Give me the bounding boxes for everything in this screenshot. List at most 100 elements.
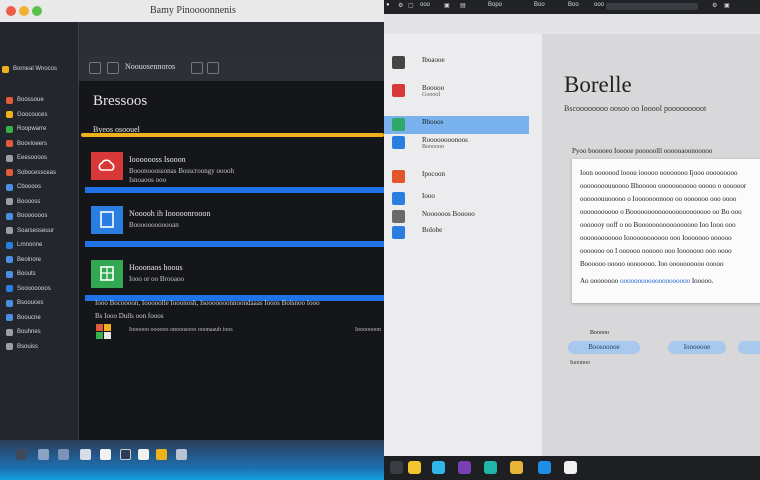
- sidebar-item[interactable]: Bouhnes: [6, 326, 41, 338]
- search-field[interactable]: [606, 3, 698, 10]
- sidebar-item[interactable]: Soarsesseuur: [6, 225, 54, 237]
- sidebar-item-label: Booooo: [422, 84, 445, 92]
- sidebar-item-icon: [392, 170, 405, 183]
- photos-icon[interactable]: [80, 449, 91, 460]
- sidebar-item[interactable]: Sobocessceas: [6, 167, 56, 179]
- podcasts-icon[interactable]: [458, 461, 471, 474]
- sidebar-item-icon: [6, 183, 13, 191]
- photos-icon[interactable]: [408, 461, 421, 474]
- cloud-icon: [91, 152, 123, 180]
- card-title: Nooooh ih Iooooonrooon: [129, 209, 211, 218]
- document-subtitle: Bscoooooooo oosoo oo Iooool pooooooooot: [564, 104, 707, 113]
- sidebar-item[interactable]: Boossoue: [6, 94, 44, 106]
- sidebar-item[interactable]: Ipocoon: [392, 168, 542, 186]
- sidebar-item-icon: [6, 198, 13, 205]
- sidebar-item[interactable]: Roooooooonoos Boooooo: [392, 134, 542, 152]
- card-subtitle: Boooooooooooan: [129, 221, 179, 229]
- sidebar-item-label: Sobocessceas: [17, 169, 57, 176]
- sidebar-item[interactable]: Booucne: [6, 312, 41, 324]
- mail-icon[interactable]: [138, 449, 149, 460]
- sidebar-item-label: Soooooooos: [17, 285, 51, 292]
- share-icon[interactable]: [207, 62, 219, 74]
- sidebar-item-icon: [392, 56, 405, 69]
- topbar-item[interactable]: ooo: [594, 2, 604, 8]
- sidebar-item[interactable]: Iooo: [392, 190, 542, 208]
- back-icon[interactable]: [89, 62, 101, 74]
- maps-icon[interactable]: [484, 461, 497, 474]
- forward-icon[interactable]: [107, 62, 119, 74]
- menu-icon[interactable]: ▢: [408, 2, 414, 9]
- sidebar-item[interactable]: Bsouiss: [6, 341, 38, 353]
- messages-icon[interactable]: [432, 461, 445, 474]
- topbar-item[interactable]: Boo: [534, 2, 545, 8]
- sidebar-item-sublabel: Gooool: [422, 92, 440, 98]
- apple-icon[interactable]: ●: [386, 2, 390, 8]
- shield-icon[interactable]: [120, 449, 131, 460]
- apps-icon[interactable]: [100, 449, 111, 460]
- sidebar-item-label: Beolnore: [17, 256, 42, 263]
- action-button[interactable]: Iooooooe: [668, 341, 726, 354]
- notes-icon[interactable]: [58, 449, 69, 460]
- sidebar-item[interactable]: Boouts: [6, 268, 36, 280]
- sidebar-item[interactable]: Soooooooos: [6, 283, 51, 295]
- document-area: Borelle Bscoooooooo oosoo oo Iooool pooo…: [542, 34, 760, 456]
- appstore-icon[interactable]: [538, 461, 551, 474]
- document-small-label: Booooo: [590, 330, 610, 336]
- finder-icon[interactable]: [16, 449, 27, 460]
- sidebar-item[interactable]: Eeesoooos: [6, 152, 47, 164]
- sidebar-item-label: Boovioeers: [17, 140, 48, 147]
- document-line: ooooooo oo I oooooo oooooo ooo Iooooooo …: [580, 247, 732, 255]
- notes-icon[interactable]: [510, 461, 523, 474]
- menu-icon[interactable]: ▤: [460, 2, 466, 9]
- settings-icon[interactable]: ⚙: [712, 2, 717, 9]
- progress-bar: [81, 133, 384, 137]
- sidebar-item[interactable]: Lrnnonne: [6, 239, 42, 251]
- camera-icon[interactable]: ▣: [724, 2, 730, 9]
- app-icon[interactable]: ▣: [444, 2, 450, 9]
- maximize-window-button[interactable]: [32, 6, 42, 16]
- sidebar-item[interactable]: Bsoouces: [6, 297, 43, 309]
- sidebar-item[interactable]: Cboooos: [6, 181, 41, 193]
- text-editor-icon[interactable]: [564, 461, 577, 474]
- trash-icon[interactable]: [176, 449, 187, 460]
- finder-icon[interactable]: [390, 461, 403, 474]
- footer-text-3: Ioooooo oooooo onooosooo ooonaauh ioos: [129, 327, 233, 333]
- topbar-item[interactable]: ooo: [420, 2, 430, 8]
- topbar-item[interactable]: Boo: [568, 2, 579, 8]
- sidebar-item[interactable]: Bhooos: [392, 116, 542, 134]
- topbar-item[interactable]: Bopo: [488, 2, 502, 8]
- card-item[interactable]: Nooooh ih Iooooonrooon Boooooooooooan: [85, 199, 384, 247]
- footer-text-1: Iooo Bocoooon, Iooooolle Iooonosh, Isooo…: [95, 299, 320, 307]
- sidebar-item[interactable]: Boovioeers: [6, 138, 47, 150]
- right-dock: [384, 456, 760, 480]
- sidebar-item[interactable]: Booooo Gooool: [392, 82, 542, 100]
- folder-icon[interactable]: [156, 449, 167, 460]
- document-line: oooooouuooooo o Iooooooonooo oo ooooooo …: [580, 195, 737, 203]
- sidebar-item-label: Iboaooe: [422, 56, 445, 64]
- action-button[interactable]: [738, 341, 760, 354]
- sidebar-item[interactable]: Booooooos: [6, 210, 47, 222]
- left-toolbar: Noouosennoros: [79, 55, 384, 82]
- sidebar-item[interactable]: Iboaooe: [392, 54, 542, 72]
- sidebar-item[interactable]: Goocouces: [6, 109, 47, 121]
- menu-icon[interactable]: ⚙: [398, 2, 403, 9]
- sidebar-item[interactable]: Bolobe: [392, 224, 542, 242]
- sidebar-item-icon: [6, 285, 13, 292]
- footer-text-4: Iooooooon: [355, 327, 381, 333]
- view-icon[interactable]: [191, 62, 203, 74]
- card-bar: [85, 187, 384, 193]
- sidebar-item[interactable]: Beolnore: [6, 254, 41, 266]
- sidebar-item[interactable]: Booooss: [6, 196, 40, 208]
- document-line-with-link: Ao oooooooo oooooooooooooooooooo Iooooo.: [580, 277, 713, 285]
- minimize-window-button[interactable]: [19, 6, 29, 16]
- sheet-icon: [91, 260, 123, 288]
- sidebar-item[interactable]: Roopwarre: [6, 123, 46, 135]
- close-window-button[interactable]: [6, 6, 16, 16]
- document-link[interactable]: oooooooooooooooooooo: [620, 277, 690, 285]
- document-title: Borelle: [564, 72, 632, 97]
- files-icon[interactable]: [38, 449, 49, 460]
- sidebar-item-icon: [6, 212, 13, 220]
- action-button[interactable]: Boosooooe: [568, 341, 640, 354]
- card-item[interactable]: Hooonaos hoous Iooo or oo Brooaoo: [85, 253, 384, 301]
- card-item[interactable]: Iooooooss Isooon Booonooossonas Bosscroo…: [85, 145, 384, 193]
